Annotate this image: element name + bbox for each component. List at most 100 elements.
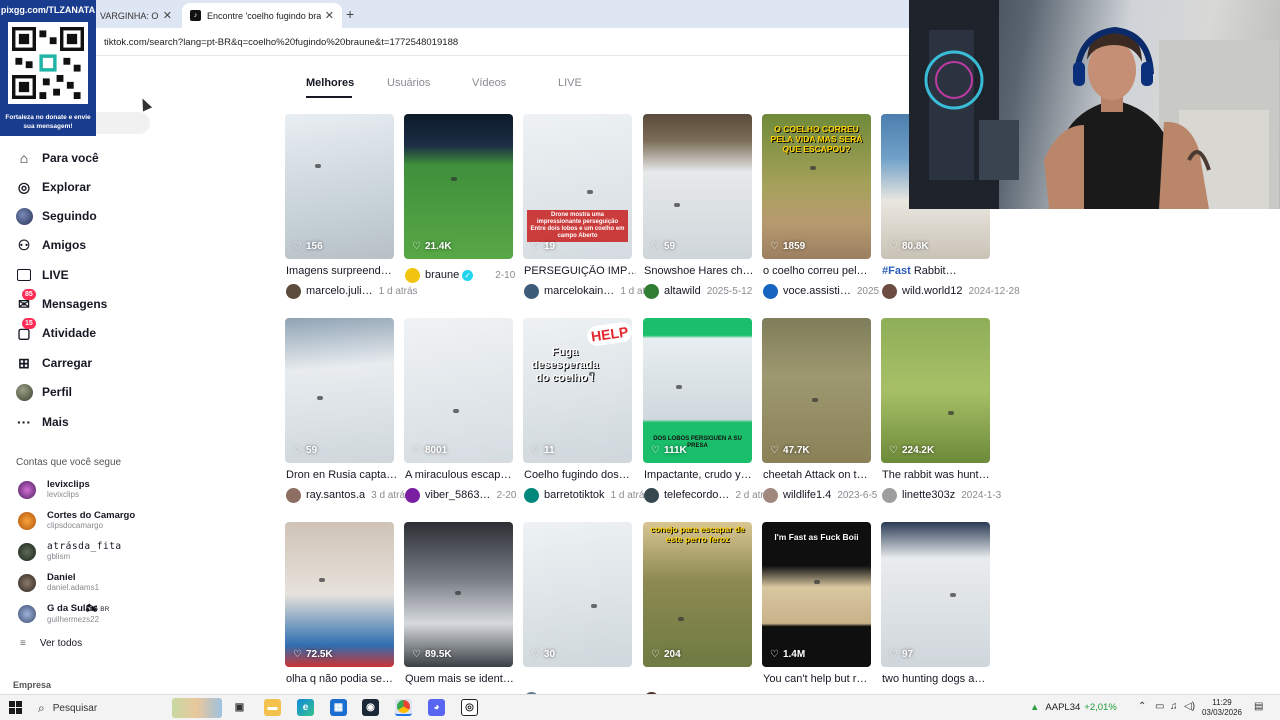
stock-widget[interactable]: ▲ AAPL34 +2,01% <box>1030 702 1117 713</box>
video-description[interactable]: The rabbit was hunt… <box>882 469 994 481</box>
author-name[interactable]: wild.world12 <box>902 285 963 297</box>
video-description[interactable]: cheetah Attack on t… <box>763 469 875 481</box>
video-thumbnail[interactable]: ♡ 156 <box>285 114 394 259</box>
video-description[interactable]: o coelho correu pel… <box>763 265 875 277</box>
edge-browser-icon[interactable]: e <box>297 699 314 716</box>
video-description[interactable]: A miraculous escap… <box>405 469 517 481</box>
avatar[interactable] <box>524 487 539 503</box>
avatar[interactable] <box>882 283 897 299</box>
avatar[interactable] <box>644 283 659 299</box>
store-icon[interactable]: ▦ <box>330 699 347 716</box>
following-account-levixclips[interactable]: levixclips levixclips <box>18 476 90 504</box>
avatar[interactable] <box>286 283 301 299</box>
tab-usuarios[interactable]: Usuários <box>387 77 430 89</box>
chevron-up-icon[interactable]: ⌃ <box>1138 701 1146 712</box>
address-bar[interactable]: tiktok.com/search?lang=pt-BR&q=coelho%20… <box>0 28 910 56</box>
video-thumbnail[interactable]: ♡ 59 <box>643 114 752 259</box>
tab-melhores[interactable]: Melhores <box>306 77 354 89</box>
author-name[interactable]: linette303z <box>902 489 955 501</box>
close-icon[interactable]: ✕ <box>325 9 334 22</box>
video-description[interactable]: Impactante, crudo y… <box>644 469 756 481</box>
video-thumbnail[interactable]: ♡ 8001 <box>404 318 513 463</box>
url-text[interactable]: tiktok.com/search?lang=pt-BR&q=coelho%20… <box>104 37 458 48</box>
video-description[interactable]: Snowshoe Hares ch… <box>644 265 756 277</box>
author-name[interactable]: viber_5863… <box>425 489 490 501</box>
file-explorer-icon[interactable]: ▬ <box>264 699 281 716</box>
microphone-icon[interactable]: ♫ <box>1170 701 1178 712</box>
sidebar-item-live[interactable]: LIVE <box>15 263 69 287</box>
video-thumbnail[interactable]: ♡ 21.4K <box>404 114 513 259</box>
video-thumbnail[interactable]: ♡ 224.2K <box>881 318 990 463</box>
volume-icon[interactable]: ◁) <box>1184 701 1195 712</box>
taskbar-clock[interactable]: 11:29 03/03/2026 <box>1199 698 1245 718</box>
video-thumbnail[interactable]: ♡ 72.5K <box>285 522 394 667</box>
sidebar-item-seguindo[interactable]: Seguindo <box>15 204 97 228</box>
sidebar-item-para-voce[interactable]: ⌂ Para você <box>15 146 99 170</box>
video-description[interactable]: two hunting dogs a… <box>882 673 994 685</box>
video-thumbnail[interactable]: I'm Fast as Fuck Boii ♡ 1.4M <box>762 522 871 667</box>
sidebar-item-mensagens[interactable]: ✉ 85 Mensagens <box>15 289 107 316</box>
steam-icon[interactable]: ◉ <box>362 699 379 716</box>
avatar[interactable] <box>524 283 539 299</box>
plus-icon[interactable]: + <box>346 6 354 22</box>
avatar[interactable] <box>644 487 659 503</box>
author-name[interactable]: braune <box>425 269 459 281</box>
sidebar-item-mais[interactable]: ··· Mais <box>15 410 69 434</box>
hashtag[interactable]: #Fast <box>882 265 911 277</box>
see-all-link[interactable]: ≡ Ver todos <box>20 638 82 649</box>
video-description[interactable]: You can't help but r… <box>763 673 875 685</box>
author-name[interactable]: marcelo.juli… <box>306 285 373 297</box>
video-description[interactable]: Coelho fugindo dos… <box>524 469 636 481</box>
avatar[interactable] <box>763 283 778 299</box>
chrome-icon[interactable] <box>395 699 412 716</box>
video-thumbnail[interactable]: Drone mostra uma impressionante persegui… <box>523 114 632 259</box>
avatar[interactable] <box>405 267 420 283</box>
author-name[interactable]: telefecordo… <box>664 489 729 501</box>
video-description[interactable]: Imagens surpreend… <box>286 265 398 277</box>
following-account-g-da-sul[interactable]: G da Sul🏍 BR guilhermezs22 <box>18 600 109 628</box>
video-thumbnail[interactable]: DOS LOBOS PERSIGUEN A SU PRESA ♡ 111K <box>643 318 752 463</box>
author-name[interactable]: marcelokain… <box>544 285 614 297</box>
avatar[interactable] <box>882 487 897 503</box>
sidebar-item-perfil[interactable]: Perfil <box>15 380 72 404</box>
tab-live[interactable]: LIVE <box>558 77 582 89</box>
author-name[interactable]: wildlife1.4 <box>783 489 831 501</box>
avatar[interactable] <box>405 487 420 503</box>
avatar[interactable] <box>763 487 778 503</box>
task-view-icon[interactable]: ▣ <box>231 699 248 716</box>
following-account-cortes-do-camargo[interactable]: Cortes do Camargo clipsdocamargo <box>18 507 135 535</box>
video-description[interactable]: olha q não podia se… <box>286 673 398 685</box>
video-description[interactable]: #Fast Rabbit… <box>882 265 994 277</box>
network-icon[interactable]: ▭ <box>1155 701 1164 712</box>
taskbar-search[interactable]: ⌕ Pesquisar <box>32 698 222 718</box>
avatar[interactable] <box>286 487 301 503</box>
sidebar-item-carregar[interactable]: ⊞ Carregar <box>15 351 92 375</box>
discord-icon[interactable]: ◕ <box>428 699 445 716</box>
tab-videos[interactable]: Vídeos <box>472 77 506 89</box>
obs-icon[interactable]: ◎ <box>461 699 478 716</box>
video-description[interactable]: Quem mais se ident… <box>405 673 517 685</box>
author-name[interactable]: barretotiktok <box>544 489 605 501</box>
windows-start-icon[interactable] <box>9 701 23 715</box>
video-thumbnail[interactable]: ♡ 47.7K <box>762 318 871 463</box>
author-name[interactable]: voce.assisti… <box>783 285 851 297</box>
author-name[interactable]: altawild <box>664 285 701 297</box>
author-name[interactable]: ray.santos.a <box>306 489 365 501</box>
sidebar-item-amigos[interactable]: ⚇ Amigos <box>15 233 86 257</box>
video-thumbnail[interactable]: ♡ 97 <box>881 522 990 667</box>
notification-icon[interactable]: ▤ <box>1254 701 1263 712</box>
video-thumbnail[interactable]: O COELHO CORREU PELA VIDA MAS SERÁ QUE E… <box>762 114 871 259</box>
sidebar-item-explorar[interactable]: ◎ Explorar <box>15 175 91 199</box>
video-thumbnail[interactable]: ♡ 59 <box>285 318 394 463</box>
browser-tab-tiktok-search[interactable]: ♪ Encontre 'coelho fugindo brau… ✕ <box>182 3 342 28</box>
video-description[interactable]: PERSEGUIÇÃO IMP… <box>524 265 636 277</box>
video-thumbnail[interactable]: Fuga desesperada do coelho ! HELP ♡ 11 <box>523 318 632 463</box>
following-account-daniel[interactable]: Daniel daniel.adams1 <box>18 569 99 597</box>
sidebar-item-atividade[interactable]: ▢ 15 Atividade <box>15 318 96 345</box>
video-thumbnail[interactable]: ♡ 89.5K <box>404 522 513 667</box>
following-account-atrasda-fita[interactable]: atrásda_fita gblism <box>18 538 122 566</box>
video-description[interactable]: Dron en Rusia capta… <box>286 469 398 481</box>
close-icon[interactable]: ✕ <box>163 9 172 22</box>
video-thumbnail[interactable]: ♡ 30 <box>523 522 632 667</box>
video-thumbnail[interactable]: conejo para escapar de este perro feroz ♡… <box>643 522 752 667</box>
